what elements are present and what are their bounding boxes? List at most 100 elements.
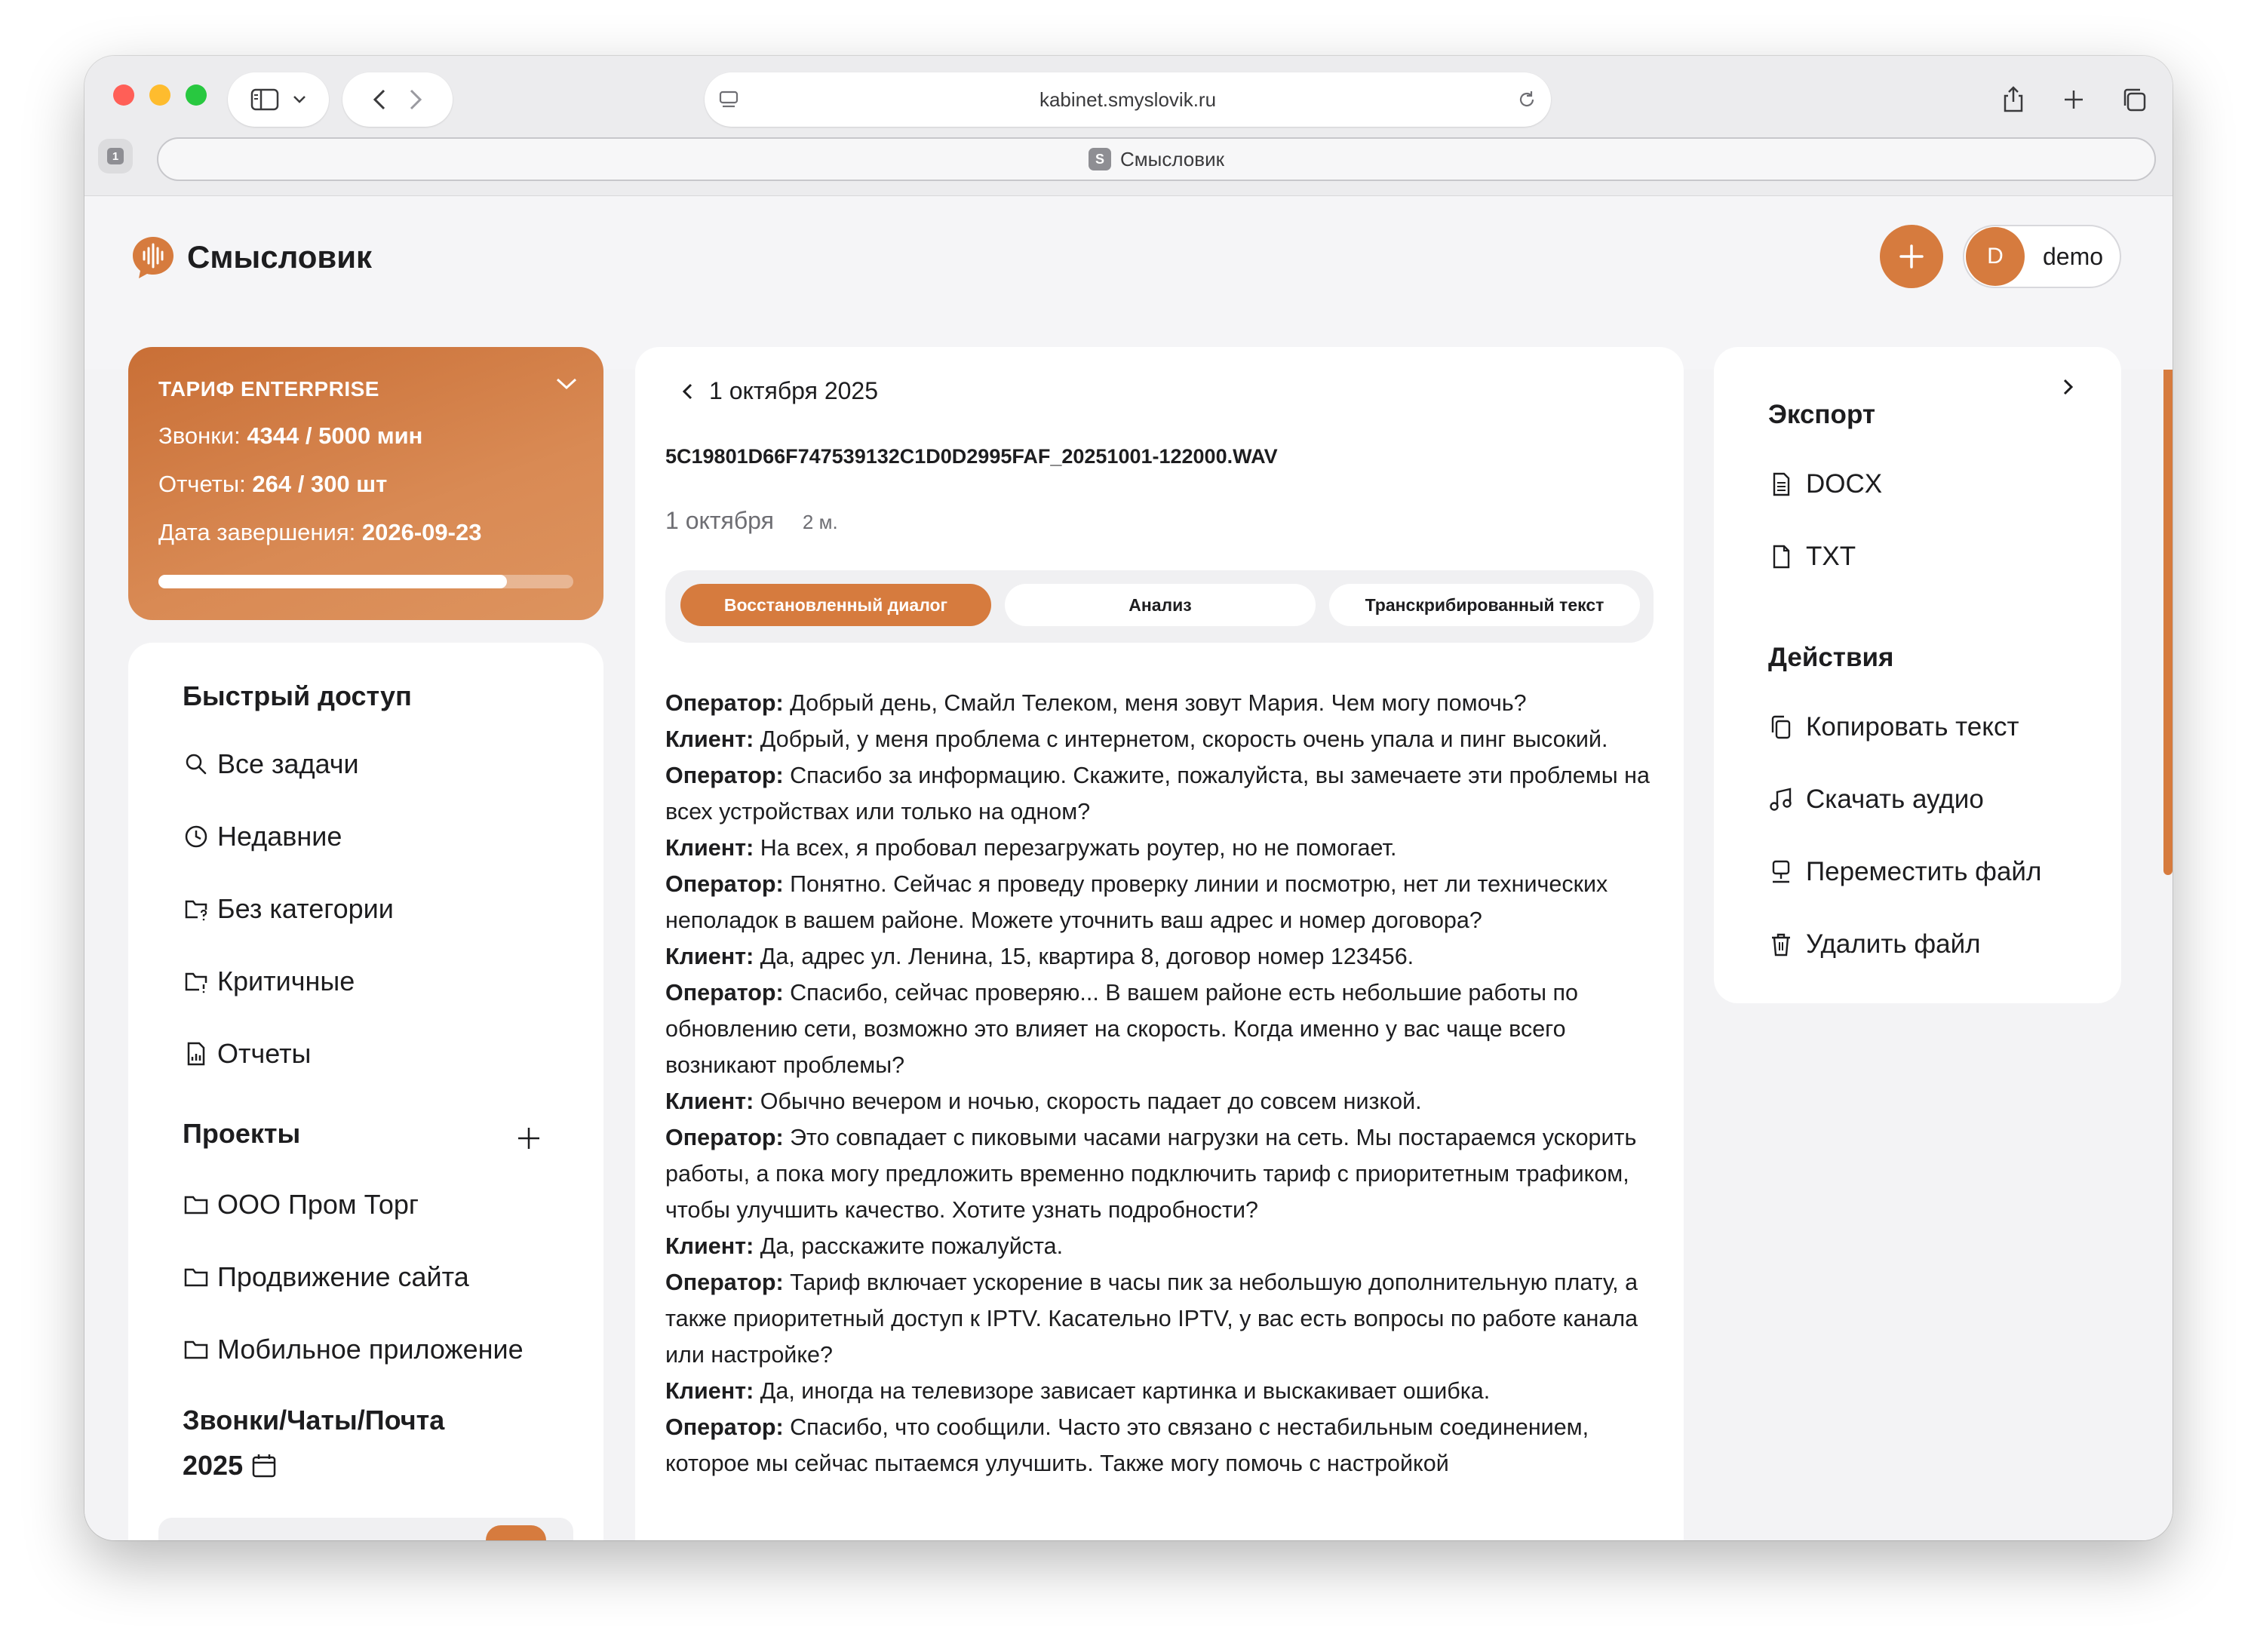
tariff-title: ТАРИФ ENTERPRISE — [158, 377, 379, 401]
tab-group-indicator[interactable]: 1 — [98, 139, 133, 173]
dialog-utterance: На всех, я пробовал перезагружать роутер… — [754, 835, 1397, 861]
sidebar: Быстрый доступ Все задачи Недавние Без к… — [128, 643, 603, 1540]
sidebar-item-label: Все задачи — [217, 748, 359, 779]
trash-icon — [1772, 933, 1790, 957]
tariff-reports-value: 264 / 300 шт — [252, 471, 388, 497]
browser-toolbar: kabinet.smyslovik.ru 1 S Смысловик — [84, 56, 2173, 196]
dialog-speaker: Клиент: — [665, 1378, 754, 1404]
address-bar[interactable]: kabinet.smyslovik.ru — [705, 72, 1551, 127]
tariff-usage-fill — [158, 575, 507, 588]
calls-section-title: Звонки/Чаты/Почта — [183, 1405, 445, 1436]
folder-icon — [184, 1268, 208, 1287]
chevron-down-icon[interactable] — [555, 377, 578, 391]
dialog-speaker: Клиент: — [665, 1089, 754, 1114]
dialog-line: Оператор: Спасибо, что сообщили. Часто э… — [665, 1409, 1654, 1482]
folder-question-icon — [185, 900, 207, 921]
sidebar-item-label: Отчеты — [217, 1038, 312, 1069]
sidebar-item-critical[interactable]: Критичные — [183, 966, 355, 997]
tabs-overview-icon — [2123, 88, 2146, 112]
document-icon — [1773, 472, 1790, 496]
sidebar-icon — [250, 88, 279, 111]
copy-text-button[interactable]: Копировать текст — [1768, 712, 2019, 742]
dialog-utterance: Спасибо, что сообщили. Часто это связано… — [665, 1414, 1589, 1476]
dialog-line: Оператор: Спасибо, сейчас проверяю... В … — [665, 975, 1654, 1083]
move-file-button[interactable]: Переместить файл — [1768, 857, 2041, 887]
delete-file-button[interactable]: Удалить файл — [1768, 929, 1981, 960]
dialog-utterance: Да, расскажите пожалуйста. — [754, 1233, 1064, 1259]
record-card: 1 октября 2025 5C19801D66F747539132C1D0D… — [635, 347, 1684, 1540]
add-record-button[interactable] — [1880, 225, 1943, 288]
export-item-label: DOCX — [1806, 469, 1883, 499]
export-title: Экспорт — [1768, 400, 1875, 429]
add-project-icon[interactable] — [516, 1125, 542, 1151]
close-window-button[interactable] — [113, 84, 134, 106]
dialog-speaker: Оператор: — [665, 1125, 784, 1150]
year-selector[interactable]: 2025 — [183, 1450, 278, 1482]
dialog-speaker: Оператор: — [665, 690, 784, 716]
dialog-line: Клиент: Да, расскажите пожалуйста. — [665, 1228, 1654, 1264]
dialog-line: Клиент: Добрый, у меня проблема с интерн… — [665, 721, 1654, 757]
tariff-card[interactable]: ТАРИФ ENTERPRISE Звонки: 4344 / 5000 мин… — [128, 347, 603, 620]
logo[interactable]: Смысловик — [130, 234, 372, 281]
page-settings-icon[interactable] — [718, 89, 739, 110]
download-audio-button[interactable]: Скачать аудио — [1768, 785, 1984, 815]
dialog-speaker: Оператор: — [665, 1414, 784, 1440]
tariff-calls-value: 4344 / 5000 мин — [247, 422, 423, 449]
export-txt-button[interactable]: TXT — [1768, 542, 1856, 572]
record-tabs: Восстановленный диалог Анализ Транскриби… — [665, 570, 1654, 643]
back-link[interactable]: 1 октября 2025 — [680, 377, 878, 405]
sidebar-item-all-tasks[interactable]: Все задачи — [183, 748, 359, 780]
dialog-line: Оператор: Это совпадает с пиковыми часам… — [665, 1119, 1654, 1228]
reload-icon[interactable] — [1516, 89, 1537, 110]
tab-overview-button[interactable] — [2109, 72, 2159, 127]
sidebar-item-reports[interactable]: Отчеты — [183, 1038, 311, 1070]
dialog-utterance: Добрый, у меня проблема с интернетом, ск… — [754, 726, 1608, 752]
browser-tab[interactable]: S Смысловик — [157, 137, 2156, 181]
report-icon — [187, 1042, 205, 1066]
tab-analysis[interactable]: Анализ — [1005, 584, 1316, 626]
plus-icon — [1899, 244, 1924, 269]
sidebar-toggle-button[interactable] — [228, 72, 329, 127]
quick-access-title: Быстрый доступ — [183, 680, 412, 711]
dialog-speaker: Клиент: — [665, 835, 754, 861]
sidebar-item-project[interactable]: Продвижение сайта — [183, 1261, 469, 1293]
dialog-line: Оператор: Спасибо за информацию. Скажите… — [665, 757, 1654, 830]
tariff-reports: Отчеты: 264 / 300 шт — [158, 471, 573, 498]
logo-text: Смысловик — [187, 239, 373, 275]
action-item-label: Скачать аудио — [1806, 785, 1984, 814]
sidebar-item-recent[interactable]: Недавние — [183, 821, 342, 852]
dialog-speaker: Клиент: — [665, 726, 754, 752]
tariff-usage-bar — [158, 575, 573, 588]
dialog-line: Оператор: Добрый день, Смайл Телеком, ме… — [665, 685, 1654, 721]
sidebar-item-project[interactable]: Мобильное приложение — [183, 1334, 524, 1365]
dialog-speaker: Клиент: — [665, 944, 754, 969]
tariff-end-value: 2026-09-23 — [361, 519, 482, 545]
minimize-window-button[interactable] — [149, 84, 170, 106]
maximize-window-button[interactable] — [186, 84, 207, 106]
action-item-label: Копировать текст — [1806, 712, 2019, 742]
tab-transcript[interactable]: Транскрибированный текст — [1329, 584, 1640, 626]
dialog-line: Оператор: Тариф включает ускорение в час… — [665, 1264, 1654, 1373]
tab-restored-dialog[interactable]: Восстановленный диалог — [680, 584, 991, 626]
sidebar-item-project[interactable]: ООО Пром Торг — [183, 1189, 419, 1221]
dialog-line: Клиент: Да, адрес ул. Ленина, 15, кварти… — [665, 938, 1654, 975]
dialog-speaker: Оператор: — [665, 871, 784, 897]
new-tab-button[interactable] — [2049, 72, 2099, 127]
month-list-item[interactable] — [158, 1518, 573, 1540]
user-menu[interactable]: D demo — [1963, 225, 2121, 288]
dialog-line: Оператор: Понятно. Сейчас я проведу пров… — [665, 866, 1654, 938]
dialog-utterance: Обычно вечером и ночью, скорость падает … — [754, 1089, 1422, 1114]
chevron-right-icon[interactable] — [2061, 376, 2074, 398]
sidebar-item-label: Мобильное приложение — [217, 1334, 524, 1365]
app-header: Смысловик D demo — [84, 196, 2173, 370]
record-date: 1 октября — [665, 507, 774, 534]
back-date: 1 октября 2025 — [709, 377, 878, 404]
sidebar-item-uncategorized[interactable]: Без категории — [183, 893, 394, 925]
dialog-speaker: Оператор: — [665, 1270, 784, 1295]
record-meta: 1 октября 2 м. — [665, 507, 838, 535]
dialog-line: Клиент: Обычно вечером и ночью, скорость… — [665, 1083, 1654, 1119]
export-docx-button[interactable]: DOCX — [1768, 469, 1882, 499]
forward-icon[interactable] — [409, 88, 422, 111]
back-icon[interactable] — [373, 88, 386, 111]
share-button[interactable] — [1988, 72, 2038, 127]
